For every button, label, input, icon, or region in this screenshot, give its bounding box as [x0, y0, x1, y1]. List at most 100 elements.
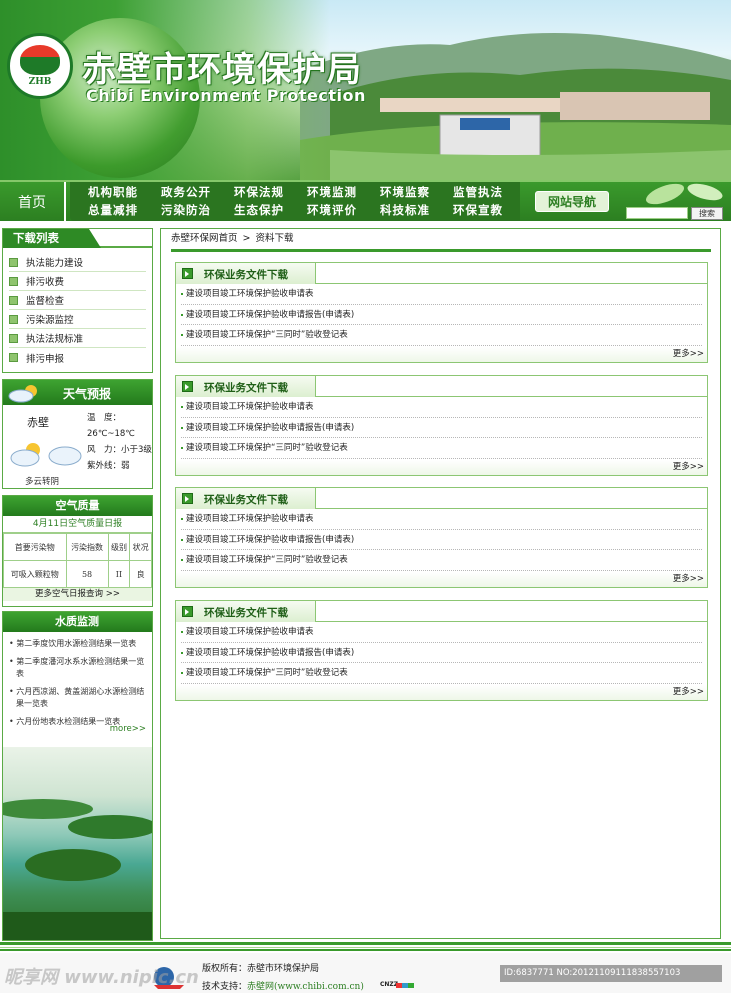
water-quality-title: 水质监测	[3, 612, 152, 632]
nav-item[interactable]: 政务公开	[161, 184, 234, 202]
search-input[interactable]	[626, 207, 688, 219]
arrow-icon	[182, 606, 193, 617]
file-link[interactable]: 建设项目竣工环境保护验收申请表	[181, 509, 702, 530]
more-link[interactable]: 更多>>	[673, 572, 704, 584]
file-link[interactable]: 建设项目竣工环境保护验收申请表	[181, 622, 702, 643]
download-list-label: 执法法规标准	[26, 334, 84, 345]
nav-item[interactable]: 环保宣教	[453, 202, 526, 220]
panel-title: 环保业务文件下载	[204, 382, 288, 394]
air-quality-more-link[interactable]: 更多空气日报查询 >>	[3, 588, 152, 601]
nav-item[interactable]: 环保法规	[234, 184, 307, 202]
file-link[interactable]: 建设项目竣工环境保护验收申请报告(申请表)	[181, 643, 702, 663]
file-link[interactable]: 建设项目竣工环境保护“三同时”验收登记表	[181, 663, 702, 684]
tech-link[interactable]: 赤壁网(www.chibi.com.cn)	[247, 982, 364, 992]
panel-title: 环保业务文件下载	[204, 607, 288, 619]
nav-item[interactable]: 生态保护	[234, 202, 307, 220]
nav-item[interactable]: 污染防治	[161, 202, 234, 220]
panel-tab: 环保业务文件下载	[176, 601, 316, 622]
weather-title: 天气预报	[63, 387, 112, 401]
nav-item[interactable]: 环境监察	[380, 184, 453, 202]
download-list-item[interactable]: 执法能力建设	[9, 253, 146, 272]
download-list-item[interactable]: 污染源监控	[9, 310, 146, 329]
nav-item[interactable]: 监管执法	[453, 184, 526, 202]
download-list-item[interactable]: 排污申报	[9, 348, 146, 367]
download-list-item[interactable]: 监督检查	[9, 291, 146, 310]
file-link[interactable]: 建设项目竣工环境保护验收申请报告(申请表)	[181, 530, 702, 550]
cloudy-icon	[10, 443, 82, 467]
file-link[interactable]: 建设项目竣工环境保护验收申请表	[181, 284, 702, 305]
water-quality-more-link[interactable]: more>>	[110, 724, 146, 734]
download-panel: 环保业务文件下载 建设项目竣工环境保护验收申请表 建设项目竣工环境保护验收申请报…	[175, 375, 708, 476]
arrow-icon	[182, 381, 193, 392]
search-button[interactable]: 搜索	[691, 207, 723, 220]
watermark-left: 昵享网 www.nipic.cn	[4, 967, 199, 988]
air-quality-title: 空气质量	[3, 496, 152, 516]
table-cell: 58	[65, 560, 109, 588]
download-list: 执法能力建设 排污收费 监督检查 污染源监控 执法法规标准 排污申报	[3, 248, 152, 367]
file-link[interactable]: 建设项目竣工环境保护“三同时”验收登记表	[181, 325, 702, 346]
uv-value: 弱	[121, 461, 130, 471]
nav-items: 机构职能 政务公开 环保法规 环境监测 环境监察 监管执法 总量减排 污染防治 …	[70, 182, 520, 221]
footer-copyright: 版权所有：赤壁市环境保护局	[202, 964, 320, 974]
wind-value: 小于3级	[121, 445, 152, 455]
more-link[interactable]: 更多>>	[673, 347, 704, 359]
panel-rows: 建设项目竣工环境保护验收申请表 建设项目竣工环境保护验收申请报告(申请表) 建设…	[176, 509, 707, 571]
table-cell: II	[107, 560, 131, 588]
doc-icon	[9, 314, 18, 324]
water-quality-item[interactable]: • 六月西凉湖、黄盖湖湖心水源检测结果一览表	[9, 686, 146, 710]
site-subtitle: Chibi Environment Protection	[86, 86, 366, 105]
temp-value: 26℃~18℃	[87, 429, 135, 439]
table-header-row: 首要污染物 污染指数 级别 状况	[3, 533, 152, 561]
table-header-cell: 级别	[107, 533, 131, 561]
download-panel: 环保业务文件下载 建设项目竣工环境保护验收申请表 建设项目竣工环境保护验收申请报…	[175, 262, 708, 363]
nav-home[interactable]: 首页	[0, 182, 66, 221]
emblem-logo: ZHB	[7, 33, 73, 99]
download-list-item[interactable]: 排污收费	[9, 272, 146, 291]
download-list-header: 下载列表	[3, 229, 152, 248]
download-list-box: 下载列表 执法能力建设 排污收费 监督检查 污染源监控 执法法规标准 排污申报	[2, 228, 153, 373]
water-quality-list: • 第二季度饮用水源检测结果一览表 • 第二季度潘河水系水源检测结果一览表 • …	[3, 632, 152, 728]
doc-icon	[9, 353, 18, 362]
tech-label: 技术支持：	[202, 982, 248, 992]
download-list-item[interactable]: 执法法规标准	[9, 329, 146, 348]
file-link[interactable]: 建设项目竣工环境保护验收申请报告(申请表)	[181, 305, 702, 325]
main-nav: 首页 机构职能 政务公开 环保法规 环境监测 环境监察 监管执法 总量减排 污染…	[0, 180, 731, 221]
more-link[interactable]: 更多>>	[673, 460, 704, 472]
sidebar: 下载列表 执法能力建设 排污收费 监督检查 污染源监控 执法法规标准 排污申报 …	[2, 228, 153, 941]
temp-label: 温 度：	[87, 413, 122, 423]
panel-rows: 建设项目竣工环境保护验收申请表 建设项目竣工环境保护验收申请报告(申请表) 建设…	[176, 397, 707, 459]
table-row: 可吸入颗粒物 58 II 良	[3, 560, 152, 588]
breadcrumb-home-link[interactable]: 赤壁环保网首页	[171, 233, 238, 244]
emblem-text: ZHB	[28, 77, 52, 87]
file-link[interactable]: 建设项目竣工环境保护“三同时”验收登记表	[181, 550, 702, 571]
cloud-sun-icon	[8, 385, 37, 403]
lake-illustration	[3, 799, 152, 940]
breadcrumb-current: 资料下载	[255, 233, 294, 244]
download-panel: 环保业务文件下载 建设项目竣工环境保护验收申请表 建设项目竣工环境保护验收申请报…	[175, 487, 708, 588]
weather-city: 赤壁	[27, 416, 49, 429]
nav-item[interactable]: 环境评价	[307, 202, 380, 220]
water-quality-label: 第二季度潘河水系水源检测结果一览表	[16, 657, 145, 678]
lake-photo	[3, 747, 152, 940]
page: ZHB 赤壁市环境保护局 Chibi Environment Protectio…	[0, 0, 731, 993]
nav-item[interactable]: 机构职能	[88, 184, 161, 202]
more-link[interactable]: 更多>>	[673, 685, 704, 697]
breadcrumb: 赤壁环保网首页 > 资料下载	[171, 229, 711, 252]
nav-item[interactable]: 科技标准	[380, 202, 453, 220]
file-link[interactable]: 建设项目竣工环境保护“三同时”验收登记表	[181, 438, 702, 459]
water-quality-item[interactable]: • 第二季度饮用水源检测结果一览表	[9, 638, 146, 650]
file-link[interactable]: 建设项目竣工环境保护验收申请表	[181, 397, 702, 418]
panel-tab: 环保业务文件下载	[176, 263, 316, 284]
panel-header: 环保业务文件下载	[176, 376, 707, 397]
sitemap-button[interactable]: 网站导航	[535, 191, 609, 212]
nav-item[interactable]: 环境监测	[307, 184, 380, 202]
watermark-right: ID:6837771 NO:20121109111838557103	[500, 965, 722, 982]
file-link[interactable]: 建设项目竣工环境保护验收申请报告(申请表)	[181, 418, 702, 438]
water-quality-item[interactable]: • 第二季度潘河水系水源检测结果一览表	[9, 656, 146, 680]
download-list-label: 执法能力建设	[26, 258, 84, 269]
site-title: 赤壁市环境保护局	[82, 50, 362, 90]
doc-icon	[9, 257, 18, 267]
water-quality-label: 六月西凉湖、黄盖湖湖心水源检测结果一览表	[16, 687, 145, 708]
table-header-cell: 污染指数	[65, 533, 109, 561]
nav-item[interactable]: 总量减排	[88, 202, 161, 220]
